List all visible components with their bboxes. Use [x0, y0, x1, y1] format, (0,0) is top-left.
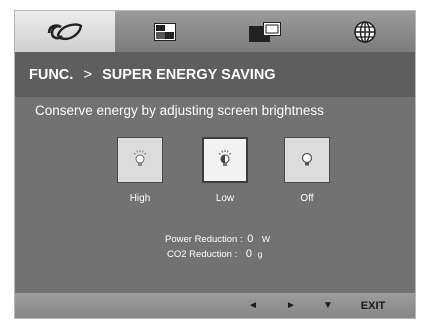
option-high-label: High: [129, 193, 151, 204]
option-low-box[interactable]: [202, 137, 248, 183]
description-text: Conserve energy by adjusting screen brig…: [35, 103, 324, 118]
option-off-label: Off: [300, 193, 314, 204]
tab-pip[interactable]: [215, 11, 315, 52]
co2-reduction-row: CO2 Reduction : 0 g: [167, 248, 262, 260]
power-reduction-label: Power Reduction :: [165, 234, 243, 245]
bulb-off-icon: [297, 148, 317, 173]
tab-picture[interactable]: [115, 11, 215, 52]
breadcrumb-separator: >: [83, 66, 93, 83]
picture-icon: [154, 22, 176, 41]
co2-reduction-unit: g: [257, 249, 263, 259]
menu-title: FUNC.: [29, 66, 74, 83]
power-reduction-unit: W: [262, 234, 271, 244]
button-guide-bar: ◄ ► ▼ EXIT: [15, 293, 415, 318]
down-arrow-button[interactable]: ▼: [316, 293, 340, 318]
tab-energy[interactable]: [15, 11, 115, 52]
content-panel: Conserve energy by adjusting screen brig…: [15, 97, 415, 293]
pip-icon: [249, 21, 281, 42]
option-off[interactable]: Off: [284, 137, 330, 204]
tab-bar: [15, 11, 415, 52]
bulb-high-icon: [130, 148, 150, 173]
option-high[interactable]: High: [117, 137, 163, 204]
power-reduction-value: 0: [247, 233, 254, 245]
left-arrow-button[interactable]: ◄: [241, 293, 265, 318]
option-low-label: Low: [215, 193, 235, 204]
bulb-low-icon: [215, 148, 235, 173]
option-low[interactable]: Low: [202, 137, 248, 204]
option-high-box[interactable]: [117, 137, 163, 183]
co2-reduction-label: CO2 Reduction :: [167, 249, 238, 260]
submenu-title: SUPER ENERGY SAVING: [102, 66, 276, 83]
right-arrow-button[interactable]: ►: [279, 293, 303, 318]
option-off-box[interactable]: [284, 137, 330, 183]
power-reduction-row: Power Reduction : 0 W: [165, 233, 270, 245]
exit-button[interactable]: EXIT: [353, 293, 393, 318]
co2-reduction-value: 0: [245, 248, 252, 260]
osd-menu: FUNC. > SUPER ENERGY SAVING Conserve ene…: [14, 10, 416, 319]
energy-leaf-icon: [46, 21, 84, 43]
menu-breadcrumb: FUNC. > SUPER ENERGY SAVING: [15, 52, 415, 97]
globe-icon: [354, 20, 376, 43]
tab-globe[interactable]: [315, 11, 415, 52]
